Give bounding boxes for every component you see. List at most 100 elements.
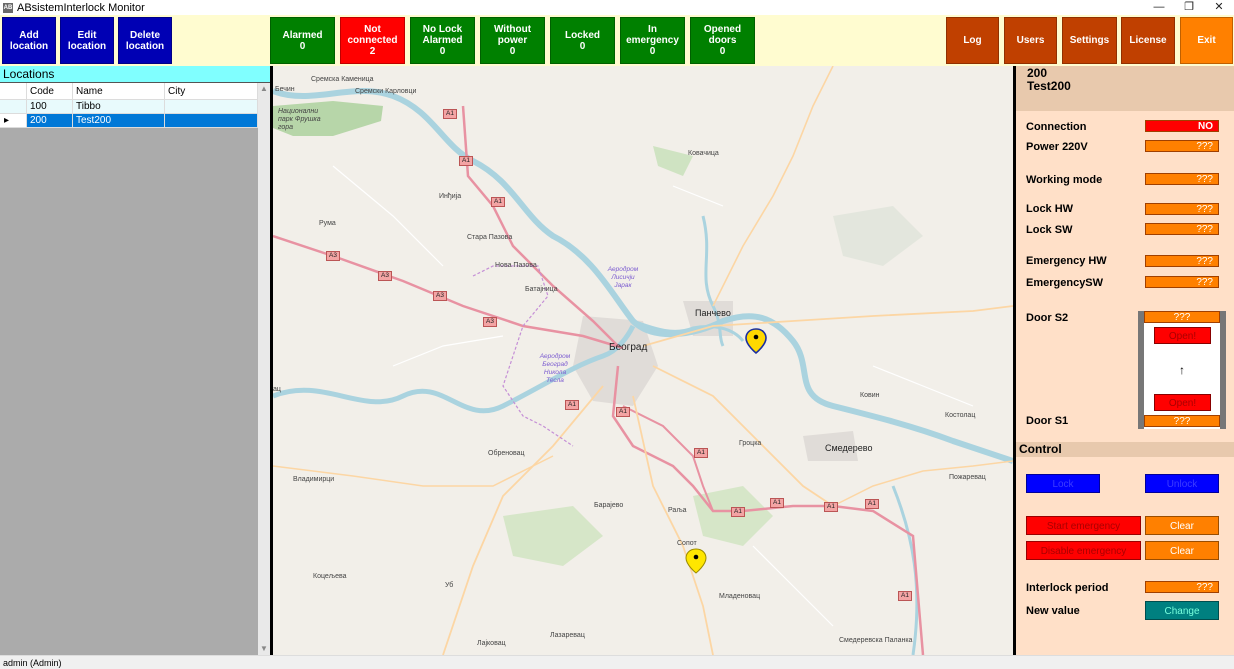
cell-name[interactable]: Tibbo: [73, 100, 165, 113]
change-button[interactable]: Change: [1145, 601, 1219, 620]
without-power-filter-button[interactable]: Without power 0: [480, 17, 545, 64]
not-connected-count: 2: [369, 46, 376, 57]
scroll-down-icon[interactable]: ▼: [258, 643, 270, 655]
column-header-city[interactable]: City: [165, 83, 258, 99]
row-header-cell: [0, 83, 27, 99]
in-emergency-filter-button[interactable]: In emergency 0: [620, 17, 685, 64]
road-sign: A3: [433, 291, 447, 301]
cell-code[interactable]: 100: [27, 100, 73, 113]
map-marker-blue-icon[interactable]: [745, 328, 767, 355]
working-mode-label: Working mode: [1026, 174, 1103, 186]
working-mode-value: ???: [1145, 173, 1219, 185]
add-location-button[interactable]: Add location: [2, 17, 56, 64]
map-label: Смедерево: [825, 443, 873, 453]
start-emergency-button[interactable]: Start emergency: [1026, 516, 1141, 535]
title-bar: AB ABsistemInterlock Monitor — ❐ ✕: [0, 0, 1234, 15]
road-sign: A1: [616, 407, 630, 417]
scroll-up-icon[interactable]: ▲: [258, 83, 270, 95]
table-row[interactable]: 100 Tibbo: [0, 100, 258, 114]
map-label: Обреновац: [488, 450, 525, 457]
emergency-hw-value: ???: [1145, 255, 1219, 267]
status-bar: admin (Admin): [0, 655, 1234, 669]
map-label: Ковин: [860, 392, 880, 399]
map-label: Раља: [668, 507, 687, 514]
door-diagram: ??? Open! ↑ Open! ???: [1138, 311, 1226, 429]
map-label: Рума: [319, 220, 336, 227]
minimize-icon[interactable]: —: [1144, 0, 1174, 15]
road-sign: A1: [898, 591, 912, 601]
lock-sw-value: ???: [1145, 223, 1219, 235]
grid-scrollbar[interactable]: ▲ ▼: [258, 83, 270, 655]
in-emergency-label: In: [648, 24, 657, 35]
exit-button[interactable]: Exit: [1180, 17, 1233, 64]
edit-location-button[interactable]: Edit location: [60, 17, 114, 64]
settings-button[interactable]: Settings: [1062, 17, 1117, 64]
cell-code[interactable]: 200: [27, 114, 73, 127]
road-sign: A1: [459, 156, 473, 166]
grid-header-row: Code Name City: [0, 83, 258, 100]
row-selector-icon[interactable]: ▸: [0, 114, 27, 127]
no-lock-alarmed-filter-button[interactable]: No Lock Alarmed 0: [410, 17, 475, 64]
delete-location-button[interactable]: Delete location: [118, 17, 172, 64]
open-door-s1-button[interactable]: Open!: [1154, 394, 1211, 411]
clear-button[interactable]: Clear: [1145, 516, 1219, 535]
cell-name[interactable]: Test200: [73, 114, 165, 127]
alarmed-filter-button[interactable]: Alarmed 0: [270, 17, 335, 64]
not-connected-filter-button[interactable]: Not connected 2: [340, 17, 405, 64]
close-icon[interactable]: ✕: [1204, 0, 1234, 15]
airport-label: Аеродром Београд Никола Тесла: [539, 353, 571, 384]
map-label: Гроцка: [739, 440, 762, 447]
clear-button-2[interactable]: Clear: [1145, 541, 1219, 560]
door-s2-label: Door S2: [1026, 312, 1069, 324]
lock-button[interactable]: Lock: [1026, 474, 1100, 493]
no-lock-alarmed-label-2: Alarmed: [422, 35, 463, 46]
edit-location-label-2: location: [67, 40, 107, 52]
column-header-code[interactable]: Code: [27, 83, 73, 99]
locations-panel: Locations Code Name City 100 Tibbo ▸ 200…: [0, 66, 270, 655]
app-window: AB ABsistemInterlock Monitor — ❐ ✕ Add l…: [0, 0, 1234, 669]
open-door-s2-button[interactable]: Open!: [1154, 327, 1211, 344]
map-label: Нова Пазова: [495, 262, 537, 269]
not-connected-label: Not: [364, 24, 381, 35]
table-row-selected[interactable]: ▸ 200 Test200: [0, 114, 258, 128]
road-sign: A1: [443, 109, 457, 119]
locked-filter-button[interactable]: Locked 0: [550, 17, 615, 64]
road-sign: A1: [865, 499, 879, 509]
users-button[interactable]: Users: [1004, 17, 1057, 64]
exit-label: Exit: [1197, 35, 1216, 46]
road-sign: A3: [378, 271, 392, 281]
door-s2-value: ???: [1144, 311, 1220, 323]
road-sign: A1: [491, 197, 505, 207]
door-s1-label: Door S1: [1026, 415, 1069, 427]
cell-city[interactable]: [165, 100, 258, 113]
power-value: ???: [1145, 140, 1219, 152]
map-canvas: [273, 66, 1013, 655]
log-button[interactable]: Log: [946, 17, 999, 64]
airport-label: Аеродром Лисичји Јарак: [607, 266, 639, 289]
row-header-cell[interactable]: [0, 100, 27, 113]
road-sign: A3: [326, 251, 340, 261]
opened-doors-label-2: doors: [708, 35, 737, 46]
map-view[interactable]: Сремска Каменица Сремски Карловци Бечин …: [270, 66, 1016, 655]
map-label: Сремски Карловци: [355, 88, 417, 95]
emergency-sw-value: ???: [1145, 276, 1219, 288]
interlock-period-label: Interlock period: [1026, 582, 1109, 594]
maximize-icon[interactable]: ❐: [1174, 0, 1204, 15]
column-header-name[interactable]: Name: [73, 83, 165, 99]
map-marker-yellow-icon[interactable]: [685, 548, 707, 574]
license-button[interactable]: License: [1121, 17, 1175, 64]
delete-location-label-2: location: [125, 40, 165, 52]
disable-emergency-button[interactable]: Disable emergency: [1026, 541, 1141, 560]
power-label: Power 220V: [1026, 141, 1088, 153]
map-label: Пожаревац: [949, 474, 986, 481]
not-connected-label-2: connected: [347, 35, 398, 46]
lock-sw-label: Lock SW: [1026, 224, 1073, 236]
opened-doors-filter-button[interactable]: Opened doors 0: [690, 17, 755, 64]
direction-arrow-icon: ↑: [1179, 363, 1185, 377]
map-label: Сопот: [677, 540, 697, 547]
cell-city[interactable]: [165, 114, 258, 127]
new-value-label: New value: [1026, 605, 1080, 617]
road-sign: A3: [483, 317, 497, 327]
unlock-button[interactable]: Unlock: [1145, 474, 1219, 493]
locked-label: Locked: [564, 29, 600, 41]
